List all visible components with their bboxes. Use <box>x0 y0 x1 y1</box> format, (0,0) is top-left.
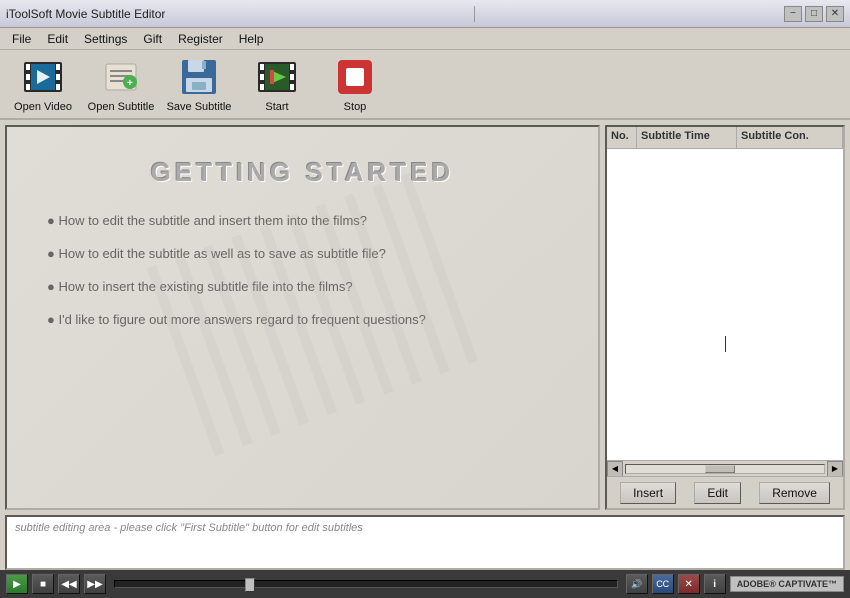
stop-label: Stop <box>344 101 367 113</box>
subtitle-table-header: No. Subtitle Time Subtitle Con. <box>607 127 843 149</box>
menu-settings[interactable]: Settings <box>76 30 135 48</box>
close-button[interactable]: ✕ <box>826 6 844 22</box>
remove-button[interactable]: Remove <box>759 482 830 504</box>
progress-bar[interactable] <box>114 580 618 588</box>
open-video-button[interactable]: Open Video <box>8 54 78 114</box>
open-subtitle-icon: + <box>100 56 142 98</box>
captivate-badge: ADOBE® CAPTIVATE™ <box>730 576 844 592</box>
svg-text:+: + <box>127 78 133 89</box>
insert-button[interactable]: Insert <box>620 482 676 504</box>
open-subtitle-button[interactable]: + Open Subtitle <box>86 54 156 114</box>
main-area: GETTING STARTED ● How to edit the subtit… <box>0 120 850 515</box>
subtitle-edit-area[interactable]: subtitle editing area - please click "Fi… <box>5 515 845 570</box>
subtitle-actions: Insert Edit Remove <box>607 476 843 508</box>
preview-panel: GETTING STARTED ● How to edit the subtit… <box>5 125 600 510</box>
prev-button[interactable]: ◀◀ <box>58 574 80 594</box>
open-video-label: Open Video <box>14 101 72 113</box>
window-title: iToolSoft Movie Subtitle Editor <box>6 7 165 21</box>
scroll-thumb[interactable] <box>705 465 735 473</box>
bullet-dot-3: ● <box>47 279 58 294</box>
cursor-line <box>725 336 726 352</box>
save-subtitle-icon <box>178 56 220 98</box>
bullet-1: ● How to edit the subtitle and insert th… <box>37 213 568 228</box>
stop-icon <box>334 56 376 98</box>
save-subtitle-label: Save Subtitle <box>167 101 232 113</box>
col-time: Subtitle Time <box>637 127 737 148</box>
window-controls: − □ ✕ <box>784 6 844 22</box>
stop-button[interactable]: Stop <box>320 54 390 114</box>
horizontal-scrollbar[interactable]: ◀ ▶ <box>607 460 843 476</box>
toolbar: Open Video + Open Subtitle <box>0 50 850 120</box>
bullet-2: ● How to edit the subtitle as well as to… <box>37 246 568 261</box>
getting-started-title: GETTING STARTED <box>37 157 568 188</box>
menu-help[interactable]: Help <box>231 30 272 48</box>
bullet-dot-1: ● <box>47 213 58 228</box>
bullet-4: ● I'd like to figure out more answers re… <box>37 312 568 327</box>
title-bar: iToolSoft Movie Subtitle Editor − □ ✕ <box>0 0 850 28</box>
start-button[interactable]: Start <box>242 54 312 114</box>
cc-button[interactable]: CC <box>652 574 674 594</box>
menu-file[interactable]: File <box>4 30 39 48</box>
subtitle-panel: No. Subtitle Time Subtitle Con. ◀ ▶ Inse… <box>605 125 845 510</box>
stop-player-button[interactable]: ■ <box>32 574 54 594</box>
next-button[interactable]: ▶▶ <box>84 574 106 594</box>
preview-content: GETTING STARTED ● How to edit the subtit… <box>7 127 598 508</box>
player-bar: ▶ ■ ◀◀ ▶▶ 🔊 CC ✕ i ADOBE® CAPTIVATE™ <box>0 570 850 598</box>
open-subtitle-label: Open Subtitle <box>88 101 155 113</box>
scroll-left-arrow[interactable]: ◀ <box>607 461 623 477</box>
menu-bar: File Edit Settings Gift Register Help <box>0 28 850 50</box>
maximize-button[interactable]: □ <box>805 6 823 22</box>
menu-edit[interactable]: Edit <box>39 30 76 48</box>
col-content: Subtitle Con. <box>737 127 843 148</box>
edit-button[interactable]: Edit <box>694 482 741 504</box>
play-button[interactable]: ▶ <box>6 574 28 594</box>
info-button[interactable]: i <box>704 574 726 594</box>
subtitle-edit-placeholder: subtitle editing area - please click "Fi… <box>15 522 363 534</box>
save-subtitle-button[interactable]: Save Subtitle <box>164 54 234 114</box>
start-label: Start <box>265 101 288 113</box>
bullet-dot-4: ● <box>47 312 58 327</box>
close-player-button[interactable]: ✕ <box>678 574 700 594</box>
scroll-track[interactable] <box>625 464 825 474</box>
menu-register[interactable]: Register <box>170 30 231 48</box>
menu-gift[interactable]: Gift <box>135 30 170 48</box>
scroll-right-arrow[interactable]: ▶ <box>827 461 843 477</box>
subtitle-table-body <box>607 149 843 460</box>
progress-thumb[interactable] <box>245 578 255 592</box>
col-no: No. <box>607 127 637 148</box>
open-video-icon <box>22 56 64 98</box>
volume-button[interactable]: 🔊 <box>626 574 648 594</box>
minimize-button[interactable]: − <box>784 6 802 22</box>
bullet-dot-2: ● <box>47 246 58 261</box>
start-icon <box>256 56 298 98</box>
bullet-3: ● How to insert the existing subtitle fi… <box>37 279 568 294</box>
